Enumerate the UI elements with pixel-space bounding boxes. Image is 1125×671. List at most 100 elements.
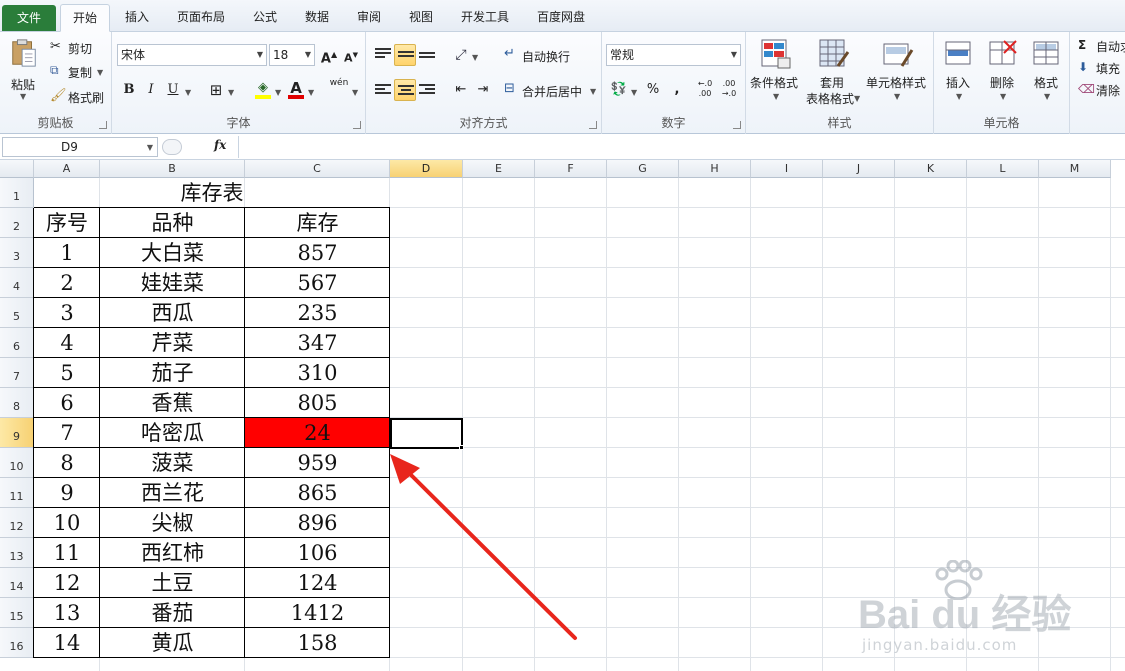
cell-index[interactable]: 12 — [34, 568, 100, 598]
column-header-j[interactable]: J — [823, 160, 895, 178]
row-header-9[interactable]: 9 — [0, 418, 34, 448]
cell-index[interactable]: 13 — [34, 598, 100, 628]
row-header-4[interactable]: 4 — [0, 268, 34, 298]
clear-button[interactable]: ⌫ 清除 — [1078, 82, 1125, 100]
tab-data[interactable]: 数据 — [296, 4, 338, 32]
align-bottom-button[interactable] — [416, 44, 438, 66]
merge-center-button[interactable]: ⊟ 合并后居中 ▼ — [504, 81, 600, 101]
underline-dropdown-icon[interactable]: ▼ — [185, 88, 191, 97]
align-middle-button[interactable] — [394, 44, 416, 66]
insert-function-button[interactable]: fx — [214, 138, 226, 152]
cell-index[interactable]: 8 — [34, 448, 100, 478]
row-header-13[interactable]: 13 — [0, 538, 34, 568]
cell-variety[interactable]: 哈密瓜 — [100, 418, 245, 448]
row-header-16[interactable]: 16 — [0, 628, 34, 658]
clipboard-launcher-icon[interactable] — [99, 121, 107, 129]
cell-stock[interactable]: 235 — [245, 298, 390, 328]
align-center-button[interactable] — [394, 79, 416, 101]
paste-button[interactable]: 粘贴 ▼ — [6, 36, 42, 106]
tab-view[interactable]: 视图 — [400, 4, 442, 32]
copy-button[interactable]: ⧉ 复制 ▼ — [50, 63, 108, 81]
font-name-select[interactable]: 宋体 ▼ — [117, 44, 267, 66]
phonetic-dropdown-icon[interactable]: ▼ — [352, 88, 358, 97]
fill-color-button[interactable]: ◈ — [252, 77, 274, 99]
name-box[interactable]: D9 ▼ — [2, 137, 158, 157]
decrease-indent-button[interactable]: ⇤ — [450, 79, 472, 101]
cell-stock[interactable]: 865 — [245, 478, 390, 508]
autosum-button[interactable]: Σ 自动求 — [1078, 38, 1125, 56]
row-header-3[interactable]: 3 — [0, 238, 34, 268]
column-header-d[interactable]: D — [390, 160, 463, 178]
grow-font-button[interactable]: A▲ — [318, 44, 340, 66]
cell-index[interactable]: 10 — [34, 508, 100, 538]
tab-page-layout[interactable]: 页面布局 — [168, 4, 234, 32]
column-header-e[interactable]: E — [463, 160, 535, 178]
row-header-6[interactable]: 6 — [0, 328, 34, 358]
number-launcher-icon[interactable] — [733, 121, 741, 129]
fill-button[interactable]: ⬇ 填充 — [1078, 60, 1125, 78]
insert-cells-button[interactable]: 插入 ▼ — [938, 36, 980, 106]
cell-stock[interactable]: 347 — [245, 328, 390, 358]
orientation-button[interactable]: ⤢ — [450, 44, 472, 66]
delete-cells-button[interactable]: 删除 ▼ — [982, 36, 1024, 106]
increase-decimal-button[interactable]: ←.0 .00 — [694, 79, 716, 101]
header-cell-variety[interactable]: 品种 — [100, 208, 245, 238]
align-right-button[interactable] — [416, 79, 438, 101]
column-header-k[interactable]: K — [895, 160, 967, 178]
header-cell-index[interactable]: 序号 — [34, 208, 100, 238]
cell-index[interactable]: 5 — [34, 358, 100, 388]
column-header-b[interactable]: B — [100, 160, 245, 178]
cell-index[interactable]: 9 — [34, 478, 100, 508]
cell-variety[interactable]: 茄子 — [100, 358, 245, 388]
percent-button[interactable]: % — [642, 79, 664, 101]
decrease-decimal-button[interactable]: .00 →.0 — [718, 79, 740, 101]
borders-button[interactable]: ⊞ — [205, 79, 227, 101]
font-color-button[interactable]: A — [285, 77, 307, 99]
column-header-h[interactable]: H — [679, 160, 751, 178]
format-as-table-button[interactable]: 套用 表格格式 ▼ — [804, 36, 866, 106]
column-header-g[interactable]: G — [607, 160, 679, 178]
header-cell-stock[interactable]: 库存 — [245, 208, 390, 238]
cell-variety[interactable]: 芹菜 — [100, 328, 245, 358]
cell-variety[interactable]: 娃娃菜 — [100, 268, 245, 298]
fill-color-dropdown-icon[interactable]: ▼ — [275, 88, 281, 97]
column-header-l[interactable]: L — [967, 160, 1039, 178]
formula-input[interactable] — [238, 136, 1123, 158]
sheet-title-cell[interactable]: 库存表 — [34, 179, 390, 208]
bold-button[interactable]: B — [118, 79, 140, 101]
accounting-format-button[interactable]: 💱 — [608, 79, 630, 101]
selected-cell-d9[interactable] — [390, 418, 463, 449]
format-cells-button[interactable]: 格式 ▼ — [1026, 36, 1068, 106]
align-left-button[interactable] — [372, 79, 394, 101]
font-size-select[interactable]: 18 ▼ — [269, 44, 315, 66]
align-top-button[interactable] — [372, 44, 394, 66]
row-header-14[interactable]: 14 — [0, 568, 34, 598]
cell-index[interactable]: 2 — [34, 268, 100, 298]
cell-stock-highlighted[interactable]: 24 — [245, 418, 390, 448]
accounting-dropdown-icon[interactable]: ▼ — [631, 88, 637, 97]
cell-stock[interactable]: 567 — [245, 268, 390, 298]
cut-button[interactable]: ✂ 剪切 — [50, 39, 108, 57]
wrap-text-button[interactable]: ↵ 自动换行 — [504, 46, 600, 66]
cell-variety[interactable]: 尖椒 — [100, 508, 245, 538]
cell-variety[interactable]: 番茄 — [100, 598, 245, 628]
cell-stock[interactable]: 959 — [245, 448, 390, 478]
column-header-i[interactable]: I — [751, 160, 823, 178]
cell-stock[interactable]: 158 — [245, 628, 390, 658]
increase-indent-button[interactable]: ⇥ — [472, 79, 494, 101]
font-color-dropdown-icon[interactable]: ▼ — [308, 88, 314, 97]
select-all-corner[interactable] — [0, 160, 34, 178]
tab-review[interactable]: 审阅 — [348, 4, 390, 32]
row-header-8[interactable]: 8 — [0, 388, 34, 418]
tab-insert[interactable]: 插入 — [114, 4, 160, 32]
alignment-launcher-icon[interactable] — [589, 121, 597, 129]
cell-styles-button[interactable]: 单元格样式 ▼ — [866, 36, 930, 106]
font-launcher-icon[interactable] — [353, 121, 361, 129]
cell-index[interactable]: 4 — [34, 328, 100, 358]
phonetic-button[interactable]: wén — [328, 78, 350, 100]
cell-variety[interactable]: 西兰花 — [100, 478, 245, 508]
row-header-5[interactable]: 5 — [0, 298, 34, 328]
number-format-select[interactable]: 常规 ▼ — [606, 44, 741, 66]
column-header-f[interactable]: F — [535, 160, 607, 178]
row-header-1[interactable]: 1 — [0, 178, 34, 208]
